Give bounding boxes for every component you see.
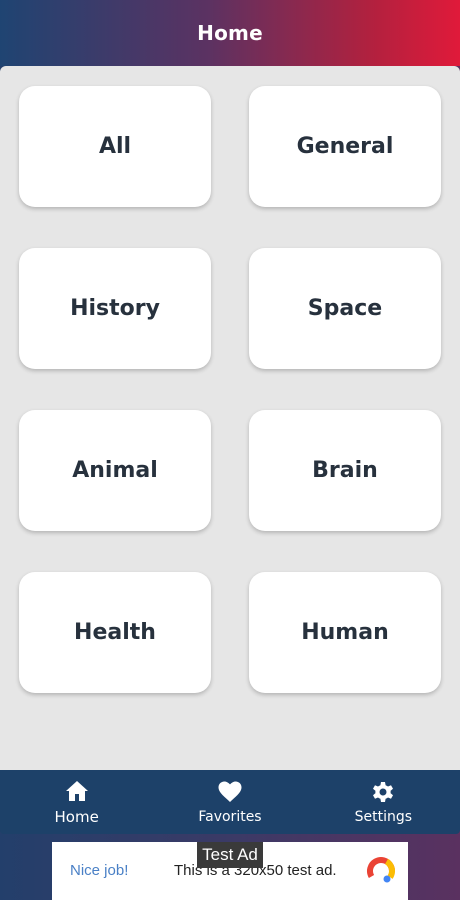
app-header: Home [0, 0, 460, 66]
category-card-human[interactable]: Human [249, 572, 441, 693]
category-label: All [98, 134, 132, 159]
nav-label-home: Home [54, 808, 99, 826]
category-label: Brain [312, 458, 378, 483]
category-card-animal[interactable]: Animal [19, 410, 211, 531]
category-label: Animal [72, 458, 158, 483]
bottom-navigation: Home Favorites Settings [0, 770, 460, 834]
category-label: General [296, 134, 394, 159]
ad-cta-text[interactable]: Nice job! [70, 862, 128, 879]
category-card-history[interactable]: History [19, 248, 211, 369]
category-card-health[interactable]: Health [19, 572, 211, 693]
category-card-space[interactable]: Space [249, 248, 441, 369]
gear-icon [370, 779, 396, 805]
category-card-general[interactable]: General [249, 86, 441, 207]
category-panel: All General History Space Animal Brain H… [0, 66, 460, 770]
category-card-all[interactable]: All [19, 86, 211, 207]
nav-item-settings[interactable]: Settings [323, 770, 443, 834]
nav-item-home[interactable]: Home [17, 770, 137, 834]
category-label: Health [74, 620, 156, 645]
category-grid: All General History Space Animal Brain H… [19, 86, 441, 693]
category-card-brain[interactable]: Brain [249, 410, 441, 531]
category-label: Human [301, 620, 389, 645]
category-label: Space [307, 296, 383, 321]
ad-network-logo-icon [366, 856, 396, 886]
nav-item-favorites[interactable]: Favorites [170, 770, 290, 834]
nav-label-favorites: Favorites [198, 809, 262, 825]
nav-label-settings: Settings [354, 809, 413, 825]
page-title: Home [197, 21, 263, 45]
test-ad-tag: Test Ad [197, 842, 263, 868]
category-label: History [70, 296, 160, 321]
home-icon [64, 778, 90, 804]
heart-icon [217, 779, 243, 805]
